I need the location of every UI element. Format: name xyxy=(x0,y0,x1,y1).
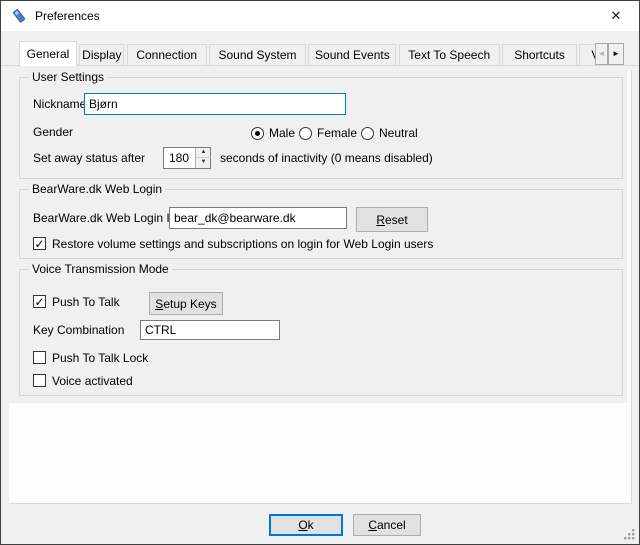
voice-activated-checkbox[interactable] xyxy=(33,374,46,387)
away-seconds-value: 180 xyxy=(169,151,189,165)
away-status-label: Set away status after xyxy=(33,151,145,166)
cancel-button-label-rest: ancel xyxy=(377,518,406,532)
check-icon: ✓ xyxy=(34,237,44,251)
tab-text-to-speech[interactable]: Text To Speech xyxy=(399,44,500,65)
window-title: Preferences xyxy=(35,9,100,23)
gender-female-label[interactable]: Female xyxy=(317,126,357,141)
push-to-talk-label[interactable]: Push To Talk xyxy=(52,295,120,310)
ok-button-label: O xyxy=(298,518,307,532)
away-status-suffix: seconds of inactivity (0 means disabled) xyxy=(220,151,433,166)
away-seconds-spinbox[interactable]: 180 ▲ ▼ xyxy=(163,147,211,169)
cancel-button[interactable]: Cancel xyxy=(353,514,421,536)
spin-down-button[interactable]: ▼ xyxy=(196,158,211,168)
setup-keys-label-rest: etup Keys xyxy=(163,297,216,311)
close-icon: ✕ xyxy=(611,8,622,24)
web-login-id-label: BearWare.dk Web Login ID xyxy=(33,211,178,226)
ok-button[interactable]: Ok xyxy=(269,514,343,536)
resize-grip[interactable] xyxy=(623,528,635,540)
tab-sound-system[interactable]: Sound System xyxy=(209,44,306,65)
reset-button[interactable]: Reset xyxy=(356,207,428,232)
nickname-input[interactable] xyxy=(84,93,346,115)
setup-keys-button[interactable]: Setup Keys xyxy=(149,292,223,315)
tab-scroll-right-button[interactable]: ► xyxy=(608,43,624,65)
preferences-dialog: Preferences ✕ General Display Connection… xyxy=(0,0,640,545)
group-user-settings-title: User Settings xyxy=(29,70,107,85)
gender-radio-male[interactable] xyxy=(251,127,264,140)
group-web-login-title: BearWare.dk Web Login xyxy=(29,182,165,197)
spin-up-icon: ▲ xyxy=(201,149,207,155)
web-login-id-input[interactable] xyxy=(169,207,347,229)
reset-button-label: R xyxy=(376,213,385,227)
reset-button-label-rest: eset xyxy=(385,213,408,227)
voice-activated-label[interactable]: Voice activated xyxy=(52,374,133,389)
tab-general[interactable]: General xyxy=(19,41,77,66)
key-combination-label: Key Combination xyxy=(33,323,124,338)
restore-volume-checkbox[interactable]: ✓ xyxy=(33,237,46,250)
tab-bar: General Display Connection Sound System … xyxy=(19,41,595,66)
app-icon xyxy=(11,8,27,24)
key-combination-input[interactable] xyxy=(140,320,280,340)
gender-label: Gender xyxy=(33,125,73,140)
close-button[interactable]: ✕ xyxy=(593,1,639,31)
cancel-button-label: C xyxy=(368,518,377,532)
restore-volume-label[interactable]: Restore volume settings and subscription… xyxy=(52,237,433,252)
check-icon: ✓ xyxy=(34,295,44,309)
spin-down-icon: ▼ xyxy=(201,159,207,165)
gender-radio-female[interactable] xyxy=(299,127,312,140)
gender-neutral-label[interactable]: Neutral xyxy=(379,126,418,141)
tab-scroll-left-button[interactable]: ◄ xyxy=(595,43,608,65)
tab-shortcuts[interactable]: Shortcuts xyxy=(502,44,577,65)
tab-video[interactable]: Video xyxy=(579,44,595,65)
push-to-talk-lock-label[interactable]: Push To Talk Lock xyxy=(52,351,148,366)
push-to-talk-lock-checkbox[interactable] xyxy=(33,351,46,364)
tab-scroll-left-icon: ◄ xyxy=(598,49,606,58)
tab-sound-events[interactable]: Sound Events xyxy=(308,44,396,65)
spinbox-arrows: ▲ ▼ xyxy=(195,148,210,168)
tab-connection[interactable]: Connection xyxy=(127,44,207,65)
gender-male-label[interactable]: Male xyxy=(269,126,295,141)
titlebar[interactable]: Preferences ✕ xyxy=(1,1,639,31)
spin-up-button[interactable]: ▲ xyxy=(196,148,211,158)
nickname-label: Nickname xyxy=(33,97,86,112)
ok-button-label-rest: k xyxy=(308,518,314,532)
group-voice-mode-title: Voice Transmission Mode xyxy=(29,262,172,277)
tab-scroll-right-icon: ► xyxy=(612,49,620,58)
radio-dot-icon xyxy=(255,131,260,136)
tab-display[interactable]: Display xyxy=(79,44,124,65)
gender-radio-neutral[interactable] xyxy=(361,127,374,140)
push-to-talk-checkbox[interactable]: ✓ xyxy=(33,295,46,308)
